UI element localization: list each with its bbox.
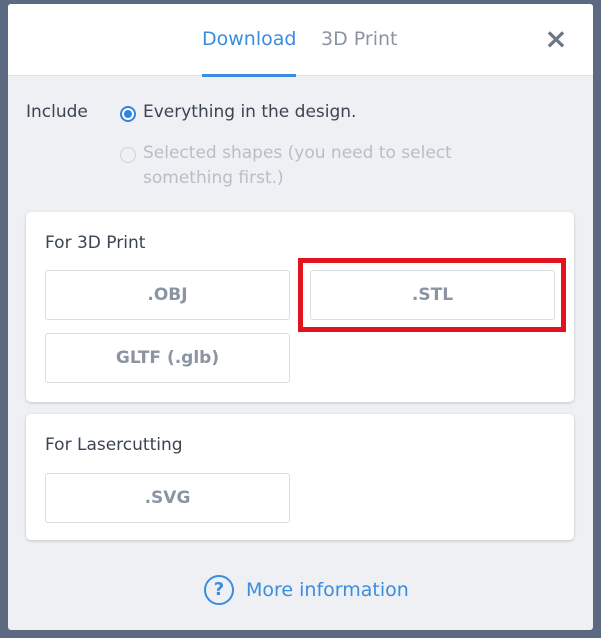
include-label: Include — [26, 102, 88, 122]
everything-radio[interactable] — [120, 106, 136, 122]
svg-button[interactable]: .SVG — [45, 473, 290, 523]
help-icon: ? — [204, 575, 234, 605]
for-lasercutting-title: For Lasercutting — [45, 435, 183, 455]
tab-3d-print[interactable]: 3D Print — [321, 4, 397, 76]
more-information-link[interactable]: ? More information — [204, 574, 409, 606]
dialog-header: Download 3D Print × — [8, 4, 593, 77]
for-lasercutting-card: For Lasercutting .SVG — [26, 414, 574, 540]
tab-3d-print-label: 3D Print — [321, 28, 398, 50]
export-dialog: Download 3D Print × Include Everything i… — [8, 4, 593, 630]
selected-shapes-radio — [120, 147, 136, 163]
stl-button[interactable]: .STL — [310, 270, 555, 320]
close-icon[interactable]: × — [543, 25, 569, 53]
everything-option-label[interactable]: Everything in the design. — [143, 100, 356, 125]
selected-shapes-option-label: Selected shapes (you need to select some… — [143, 143, 452, 188]
gltf-button[interactable]: GLTF (.glb) — [45, 333, 290, 383]
for-3d-print-card: For 3D Print .OBJ .STL GLTF (.glb) — [26, 212, 574, 402]
tab-download-label: Download — [202, 28, 297, 50]
active-tab-underline — [202, 74, 296, 77]
for-3d-print-title: For 3D Print — [45, 233, 146, 253]
tab-download[interactable]: Download — [202, 4, 297, 77]
obj-button[interactable]: .OBJ — [45, 270, 290, 320]
more-information-label: More information — [246, 579, 409, 601]
